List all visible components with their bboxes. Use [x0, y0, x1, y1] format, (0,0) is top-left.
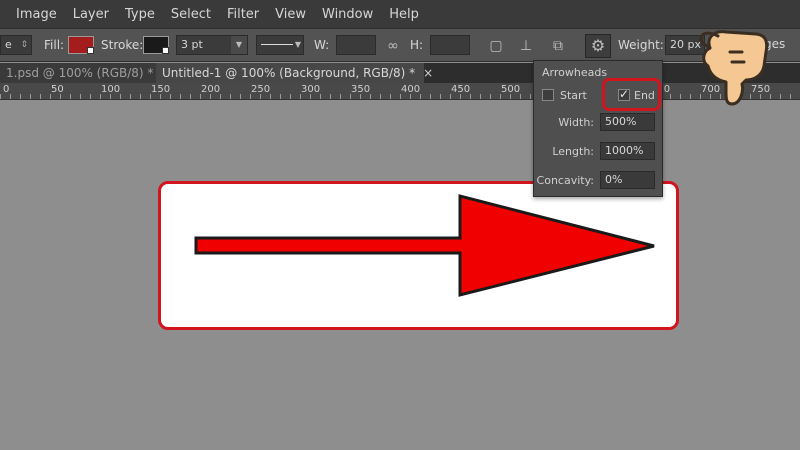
arrow-length-value: 1000%	[605, 144, 644, 157]
stroke-swatch[interactable]	[143, 36, 169, 54]
stroke-width-value: 3 pt	[181, 38, 203, 51]
link-icon[interactable]: ∞	[384, 37, 402, 55]
chevron-down-icon: ▼	[231, 36, 247, 54]
weight-label: Weight:	[618, 38, 664, 52]
h-label: H:	[410, 38, 424, 52]
ruler-label: 450	[451, 84, 471, 95]
menu-window[interactable]: Window	[322, 7, 373, 22]
path-operations-icon[interactable]: ▢	[487, 37, 505, 55]
menu-layer[interactable]: Layer	[73, 7, 109, 22]
tab-1-psd[interactable]: 1.psd @ 100% (RGB/8) *×	[0, 63, 171, 83]
hand-pointer-icon	[699, 30, 769, 106]
concavity-label: Concavity:	[536, 174, 594, 187]
path-arrangement-icon[interactable]: ⧉	[549, 37, 567, 55]
ruler-label: 250	[251, 84, 271, 95]
stroke-label: Stroke:	[101, 38, 144, 52]
arrow-concavity-field[interactable]: 0%	[600, 171, 655, 189]
menu-bar: Image Layer Type Select Filter View Wind…	[0, 0, 800, 28]
options-bar: e ⇕ Fill: Stroke: 3 pt ▼ ▼ W: ∞ H: ▢ ⊥ ⧉…	[0, 28, 800, 62]
ruler-label: 50	[51, 84, 64, 95]
gear-icon[interactable]: ⚙	[585, 34, 611, 58]
menu-type[interactable]: Type	[125, 7, 155, 22]
ruler-label: 400	[401, 84, 421, 95]
menu-view[interactable]: View	[275, 7, 306, 22]
stroke-line-preview	[261, 44, 293, 45]
width-field[interactable]	[336, 35, 376, 55]
shape-mode-value: e	[5, 38, 12, 51]
height-field[interactable]	[430, 35, 470, 55]
arrow-concavity-value: 0%	[605, 173, 623, 186]
fill-label: Fill:	[44, 38, 65, 52]
tab-untitled-1[interactable]: Untitled-1 @ 100% (Background, RGB/8) * ×	[156, 63, 433, 83]
spinner-icon: ⇕	[20, 40, 28, 50]
start-checkbox[interactable]	[542, 89, 554, 101]
menu-filter[interactable]: Filter	[227, 7, 259, 22]
menu-help[interactable]: Help	[389, 7, 419, 22]
arrow-length-field[interactable]: 1000%	[600, 142, 655, 160]
ruler-label: 150	[151, 84, 171, 95]
end-highlight-box	[602, 78, 661, 111]
arrow-shape[interactable]	[161, 184, 676, 327]
chevron-down-icon: ▼	[294, 40, 301, 49]
start-label: Start	[560, 89, 587, 102]
arrow-polygon[interactable]	[194, 194, 655, 297]
arrow-width-field[interactable]: 500%	[600, 113, 655, 131]
stroke-type-select[interactable]: ▼	[256, 35, 304, 55]
ruler-label: 300	[301, 84, 321, 95]
document-tabs: 1.psd @ 100% (RGB/8) *× Untitled-1 @ 100…	[0, 63, 800, 83]
document-canvas[interactable]	[158, 181, 679, 330]
close-icon[interactable]: ×	[423, 66, 433, 80]
ruler-label: 200	[201, 84, 221, 95]
fill-swatch[interactable]	[68, 36, 94, 54]
ruler-label: 350	[351, 84, 371, 95]
horizontal-ruler: 0 50 100 150 200 250 300 350 400 450 500…	[0, 83, 800, 100]
shape-mode-select[interactable]: e ⇕	[0, 35, 32, 55]
width-label: Width:	[558, 116, 594, 129]
w-label: W:	[314, 38, 330, 52]
ruler-label: 0	[3, 84, 10, 95]
stroke-width-field[interactable]: 3 pt ▼	[176, 35, 248, 55]
swatch-corner-icon	[87, 47, 94, 54]
tab-label: Untitled-1 @ 100% (Background, RGB/8) *	[162, 66, 416, 80]
arrowheads-title: Arrowheads	[542, 66, 608, 79]
ruler-label: 500	[501, 84, 521, 95]
length-label: Length:	[552, 145, 594, 158]
path-alignment-icon[interactable]: ⊥	[517, 37, 535, 55]
menu-image[interactable]: Image	[16, 7, 57, 22]
tab-label: 1.psd @ 100% (RGB/8) *	[6, 66, 154, 80]
menu-select[interactable]: Select	[171, 7, 211, 22]
swatch-corner-icon	[162, 47, 169, 54]
arrow-width-value: 500%	[605, 115, 637, 128]
ruler-label: 100	[101, 84, 121, 95]
